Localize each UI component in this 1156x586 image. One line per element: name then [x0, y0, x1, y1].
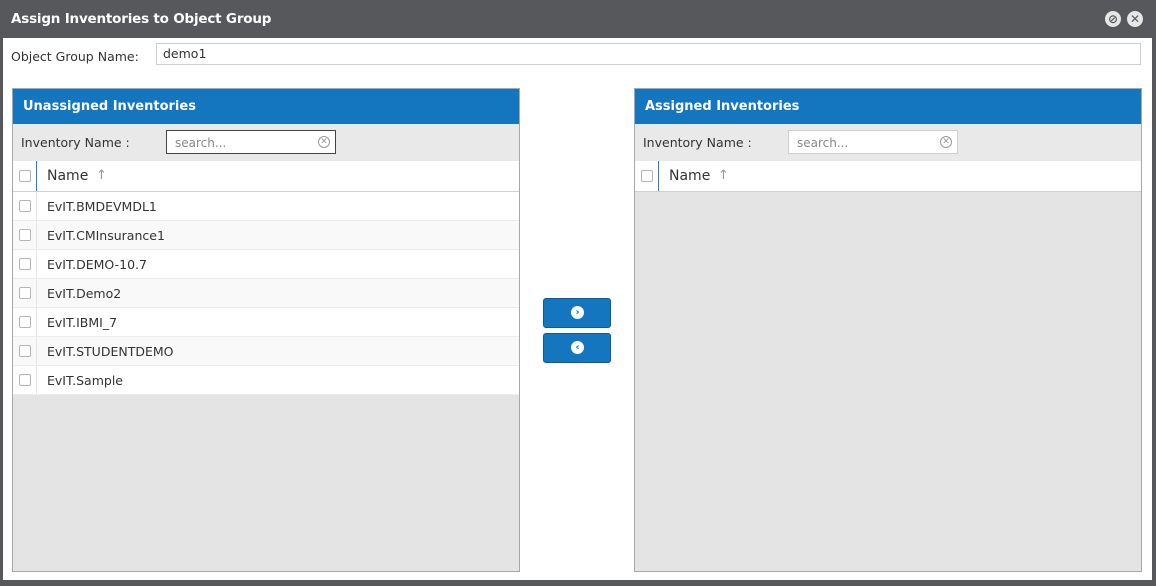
inventory-name: EvIT.CMInsurance1 — [47, 228, 165, 243]
column-divider — [658, 161, 659, 191]
unassigned-filter-label: Inventory Name : — [21, 135, 130, 150]
object-group-name-label: Object Group Name: — [11, 49, 139, 64]
inventory-name: EvIT.IBMI_7 — [47, 315, 118, 330]
close-icon[interactable]: ✕ — [1127, 11, 1143, 27]
assigned-inventories-panel: Assigned Inventories Inventory Name : ✕ … — [634, 88, 1142, 572]
table-row[interactable]: EvIT.DEMO-10.7 — [13, 250, 519, 279]
row-divider — [36, 250, 37, 278]
row-divider — [36, 366, 37, 394]
dialog-titlebar[interactable]: Assign Inventories to Object Group ⊘ ✕ — [0, 0, 1156, 38]
dialog-content: Object Group Name: demo1 Unassigned Inve… — [3, 38, 1152, 580]
name-column-header[interactable]: Name — [47, 168, 88, 184]
unassigned-search-input[interactable] — [173, 134, 317, 152]
collapse-icon[interactable]: ⊘ — [1105, 11, 1121, 27]
table-row[interactable]: EvIT.CMInsurance1 — [13, 221, 519, 250]
unassigned-inventories-header: Unassigned Inventories — [13, 89, 519, 124]
inventory-name: EvIT.DEMO-10.7 — [47, 257, 147, 272]
clear-search-icon[interactable]: ✕ — [318, 136, 330, 148]
dialog-title: Assign Inventories to Object Group — [11, 11, 272, 27]
table-row[interactable]: EvIT.IBMI_7 — [13, 308, 519, 337]
inventory-name: EvIT.STUDENTDEMO — [47, 344, 174, 359]
inventory-name: EvIT.BMDEVMDL1 — [47, 199, 157, 214]
column-divider — [36, 161, 37, 191]
unassigned-grid-header: Name ↑ — [13, 161, 519, 192]
select-all-checkbox[interactable] — [19, 170, 31, 182]
assigned-search-input[interactable] — [795, 134, 939, 152]
assigned-filter-row: Inventory Name : ✕ — [635, 124, 1141, 161]
row-checkbox[interactable] — [19, 229, 31, 241]
chevron-left-icon: ‹ — [571, 341, 584, 354]
unassigned-inventories-panel: Unassigned Inventories Inventory Name : … — [12, 88, 520, 572]
row-checkbox[interactable] — [19, 258, 31, 270]
object-group-name-input[interactable]: demo1 — [156, 43, 1141, 65]
unassigned-rows: EvIT.BMDEVMDL1 EvIT.CMInsurance1 EvIT.DE… — [13, 192, 519, 395]
clear-search-icon[interactable]: ✕ — [940, 136, 952, 148]
row-checkbox[interactable] — [19, 287, 31, 299]
sort-ascending-icon[interactable]: ↑ — [718, 168, 729, 183]
row-divider — [36, 279, 37, 307]
assigned-inventories-header: Assigned Inventories — [635, 89, 1141, 124]
row-checkbox[interactable] — [19, 316, 31, 328]
assign-inventories-dialog: Assign Inventories to Object Group ⊘ ✕ O… — [0, 0, 1156, 586]
row-divider — [36, 192, 37, 220]
move-right-button[interactable]: › — [543, 298, 611, 328]
table-row[interactable]: EvIT.Sample — [13, 366, 519, 395]
sort-ascending-icon[interactable]: ↑ — [96, 168, 107, 183]
unassigned-search-box[interactable]: ✕ — [166, 130, 336, 154]
unassigned-filter-row: Inventory Name : ✕ — [13, 124, 519, 161]
row-divider — [36, 337, 37, 365]
assigned-filter-label: Inventory Name : — [643, 135, 752, 150]
chevron-right-icon: › — [571, 306, 584, 319]
assigned-grid-header: Name ↑ — [635, 161, 1141, 192]
row-checkbox[interactable] — [19, 200, 31, 212]
inventory-name: EvIT.Demo2 — [47, 286, 122, 301]
table-row[interactable]: EvIT.BMDEVMDL1 — [13, 192, 519, 221]
row-divider — [36, 308, 37, 336]
table-row[interactable]: EvIT.Demo2 — [13, 279, 519, 308]
assigned-search-box[interactable]: ✕ — [788, 130, 958, 154]
row-checkbox[interactable] — [19, 345, 31, 357]
table-row[interactable]: EvIT.STUDENTDEMO — [13, 337, 519, 366]
select-all-checkbox[interactable] — [641, 170, 653, 182]
move-left-button[interactable]: ‹ — [543, 333, 611, 363]
row-divider — [36, 221, 37, 249]
row-checkbox[interactable] — [19, 374, 31, 386]
inventory-name: EvIT.Sample — [47, 373, 123, 388]
name-column-header[interactable]: Name — [669, 168, 710, 184]
